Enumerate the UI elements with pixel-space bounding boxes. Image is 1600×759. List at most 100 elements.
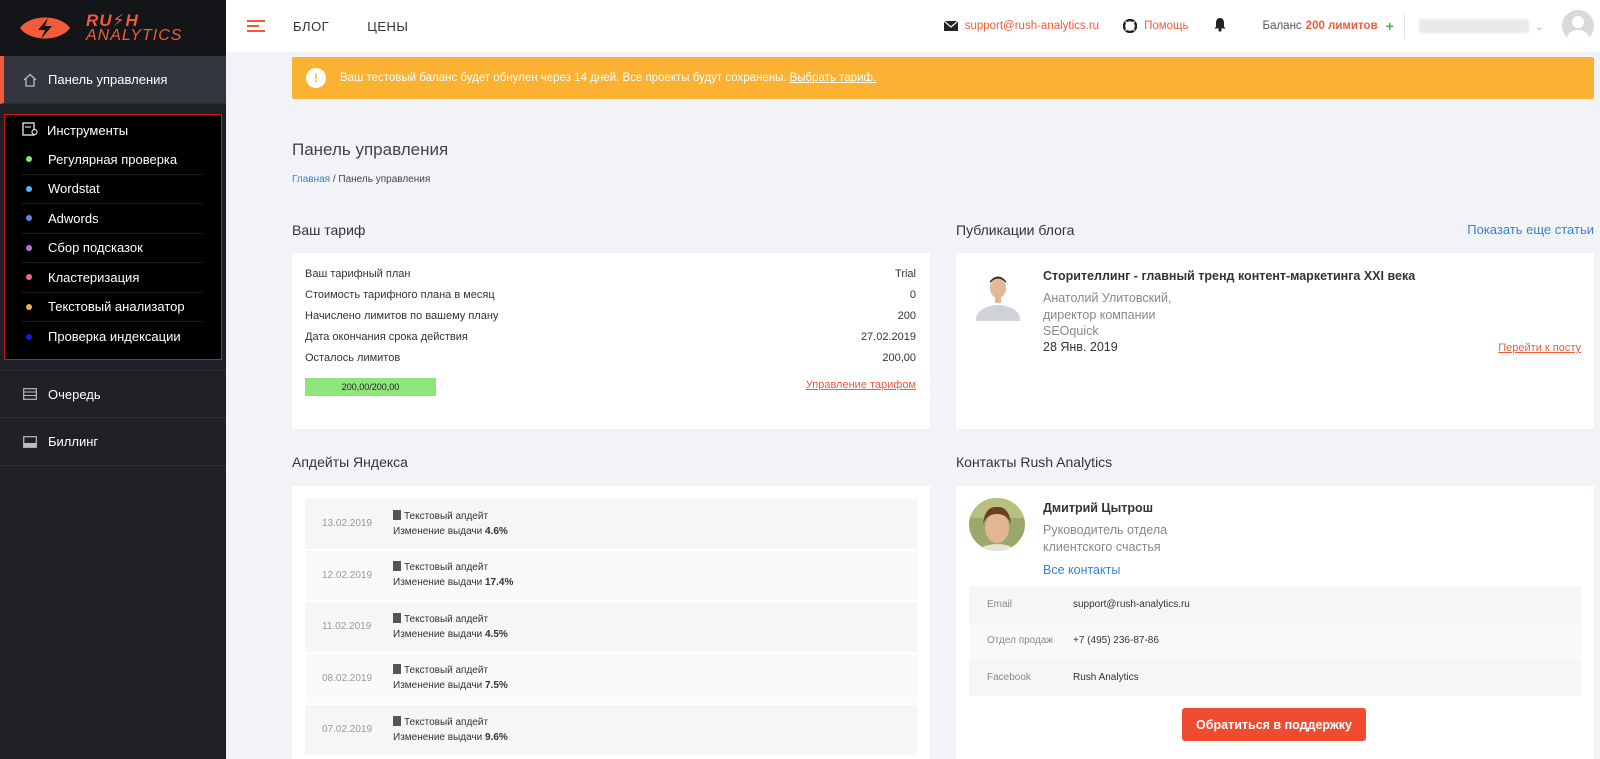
sidebar-tool-label: Сбор подсказок xyxy=(48,240,143,256)
update-date: 11.02.2019 xyxy=(322,621,372,633)
show-more-articles-link[interactable]: Показать еще статьи xyxy=(1467,222,1594,237)
status-dot-icon xyxy=(26,333,32,340)
balance-label: Баланс xyxy=(1262,20,1302,32)
page-title: Панель управления xyxy=(292,140,449,159)
tariff-section-title: Ваш тариф xyxy=(292,222,366,238)
all-contacts-link[interactable]: Все контакты xyxy=(1043,563,1120,577)
add-balance-button[interactable]: + xyxy=(1386,18,1394,34)
update-change-line: Изменение выдачи 4.5% xyxy=(393,627,508,642)
contact-support-button[interactable]: Обратиться в поддержку xyxy=(1182,708,1366,741)
menu-toggle-icon[interactable] xyxy=(247,20,265,32)
updates-section-title: Апдейты Яндекса xyxy=(292,454,408,470)
update-row: 11.02.2019 Текстовый апдейт Изменение выда… xyxy=(305,602,917,652)
sidebar-item-tools[interactable]: Инструменты xyxy=(5,115,221,145)
author-name: Анатолий Улитовский, xyxy=(1043,291,1172,305)
document-icon xyxy=(393,561,401,572)
sidebar-item-billing[interactable]: Биллинг xyxy=(0,418,226,466)
manage-tariff-link[interactable]: Управление тарифом xyxy=(806,379,916,391)
update-change-line: Изменение выдачи 9.6% xyxy=(393,730,508,745)
tariff-row-label: Начислено лимитов по вашему плану xyxy=(305,309,499,322)
help-link[interactable]: Помощь xyxy=(1123,19,1189,33)
list-icon xyxy=(22,386,38,402)
contact-value[interactable]: Rush Analytics xyxy=(1073,672,1139,683)
sidebar-tool-item[interactable]: Регулярная проверка xyxy=(22,145,203,175)
info-icon: ! xyxy=(306,68,326,88)
contact-row: Facebook Rush Analytics xyxy=(969,659,1581,696)
tariff-row-value: 27.02.2019 xyxy=(860,330,916,343)
tools-icon xyxy=(22,122,38,138)
choose-tariff-link[interactable]: Выбрать тариф. xyxy=(790,72,877,84)
logo[interactable]: RU⚡H ANALYTICS xyxy=(0,0,226,56)
sidebar-item-label: Инструменты xyxy=(47,122,129,138)
sidebar-item-dashboard[interactable]: Панель управления xyxy=(0,56,226,104)
update-info: Текстовый апдейт Изменение выдачи 17.4% xyxy=(393,560,513,590)
author-photo xyxy=(974,271,1022,321)
update-change-label: Изменение выдачи xyxy=(393,680,483,692)
bell-icon[interactable] xyxy=(1213,17,1227,35)
update-change-label: Изменение выдачи xyxy=(393,577,483,589)
user-name-blurred[interactable] xyxy=(1418,19,1529,33)
contact-value[interactable]: +7 (495) 236-87-86 xyxy=(1073,635,1159,646)
top-link-blog[interactable]: БЛОГ xyxy=(293,19,329,34)
help-label: Помощь xyxy=(1144,20,1189,32)
sidebar-tool-item[interactable]: Сбор подсказок xyxy=(22,234,203,263)
contact-key: Facebook xyxy=(987,671,1031,683)
limits-progress-label: 200,00/200,00 xyxy=(341,382,400,392)
update-type: Текстовый апдейт xyxy=(404,665,489,677)
update-info: Текстовый апдейт Изменение выдачи 9.6% xyxy=(393,715,508,745)
contact-photo xyxy=(969,498,1025,551)
status-dot-icon xyxy=(26,156,32,163)
sidebar-tool-label: Текстовый анализатор xyxy=(48,299,185,315)
avatar[interactable] xyxy=(1562,10,1594,42)
sidebar-item-queue[interactable]: Очередь xyxy=(0,370,226,418)
update-row: 07.02.2019 Текстовый апдейт Изменение выда… xyxy=(305,705,917,755)
blog-post-title[interactable]: Сторителлинг - главный тренд контент-мар… xyxy=(1043,269,1415,283)
sidebar-tool-item[interactable]: Adwords xyxy=(22,204,203,234)
contacts-card: Дмитрий Цытрош Руководитель отдела клиен… xyxy=(956,486,1594,759)
sidebar-item-label: Биллинг xyxy=(48,434,99,449)
sidebar-tool-item[interactable]: Кластеризация xyxy=(22,263,203,293)
tariff-row: Дата окончания срока действия 27.02.2019 xyxy=(292,326,930,347)
update-row: 08.02.2019 Текстовый апдейт Изменение выда… xyxy=(305,653,917,703)
blog-section-title: Публикации блога xyxy=(956,222,1075,238)
home-icon xyxy=(22,72,38,88)
tariff-row-label: Дата окончания срока действия xyxy=(305,330,468,343)
breadcrumb-home-link[interactable]: Главная xyxy=(292,174,330,185)
sidebar-tool-item[interactable]: Wordstat xyxy=(22,175,203,204)
update-type-line: Текстовый апдейт xyxy=(393,715,508,730)
contact-value[interactable]: support@rush-analytics.ru xyxy=(1073,599,1190,610)
support-email-link[interactable]: support@rush-analytics.ru xyxy=(943,20,1099,32)
author-position: директор компании xyxy=(1043,307,1156,322)
tariff-row: Стоимость тарифного плана в месяц 0 xyxy=(292,284,930,305)
sidebar-tool-label: Проверка индексации xyxy=(48,329,181,345)
contacts-section-title: Контакты Rush Analytics xyxy=(956,454,1113,470)
update-change-value: 4.6% xyxy=(485,525,508,537)
status-dot-icon xyxy=(26,244,32,251)
tariff-row-value: 200 xyxy=(897,309,916,322)
sidebar: RU⚡H ANALYTICS Панель управления Инструм… xyxy=(0,0,226,759)
contact-key: Отдел продаж xyxy=(987,635,1054,647)
update-type-line: Текстовый апдейт xyxy=(393,560,513,575)
contact-name: Дмитрий Цытрош xyxy=(1043,501,1154,515)
update-date: 07.02.2019 xyxy=(322,724,373,736)
sidebar-tool-item[interactable]: Проверка индексации xyxy=(22,322,203,352)
top-link-prices[interactable]: ЦЕНЫ xyxy=(367,19,408,34)
tariff-row-value: 200,00 xyxy=(882,351,916,364)
update-type: Текстовый апдейт xyxy=(404,562,489,574)
balance: Баланс 200 лимитов xyxy=(1263,20,1378,32)
status-dot-icon xyxy=(26,215,32,222)
status-dot-icon xyxy=(26,274,32,281)
update-change-line: Изменение выдачи 4.6% xyxy=(393,524,508,539)
tariff-row-label: Ваш тарифный план xyxy=(305,267,411,280)
sidebar-tool-item[interactable]: Текстовый анализатор xyxy=(22,293,203,322)
chevron-down-icon[interactable]: ⌄ xyxy=(1535,20,1544,33)
go-to-post-link[interactable]: Перейти к посту xyxy=(1498,342,1581,354)
lifebuoy-icon xyxy=(1123,19,1138,33)
update-type-line: Текстовый апдейт xyxy=(393,663,508,678)
update-type: Текстовый апдейт xyxy=(404,613,489,625)
update-change-value: 4.5% xyxy=(485,628,508,640)
tools-section: Инструменты Регулярная проверка Wordstat A… xyxy=(4,114,222,360)
tariff-row-label: Стоимость тарифного плана в месяц xyxy=(305,288,495,301)
logo-line-2: ANALYTICS xyxy=(86,27,183,44)
tariff-row-value: Trial xyxy=(895,267,916,280)
